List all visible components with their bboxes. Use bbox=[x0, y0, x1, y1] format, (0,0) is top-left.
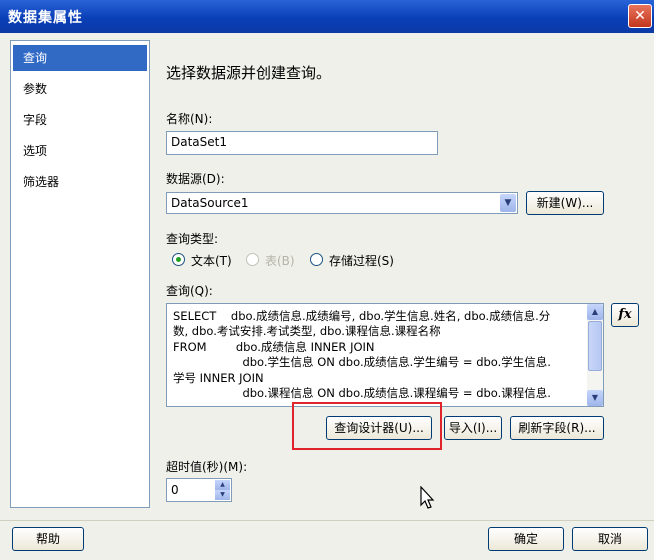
name-field[interactable]: DataSet1 bbox=[166, 131, 438, 155]
scroll-down-icon[interactable]: ▼ bbox=[587, 390, 603, 406]
sidebar-item-fields[interactable]: 字段 bbox=[13, 107, 147, 133]
radio-stored-procedure[interactable] bbox=[310, 253, 323, 266]
radio-text[interactable] bbox=[172, 253, 185, 266]
sidebar-item-options[interactable]: 选项 bbox=[13, 138, 147, 164]
window-title: 数据集属性 bbox=[8, 10, 83, 26]
sidebar-item-filters[interactable]: 筛选器 bbox=[13, 169, 147, 195]
expression-fx-button[interactable]: fx bbox=[611, 303, 639, 327]
timeout-label: 超时值(秒)(M): bbox=[166, 460, 248, 474]
radio-table-label: 表(B) bbox=[265, 254, 295, 268]
query-line: dbo.课程信息 ON dbo.成绩信息.课程编号 = dbo.课程信息. bbox=[173, 386, 551, 400]
chevron-down-icon[interactable]: ▼ bbox=[500, 194, 516, 212]
query-textarea[interactable]: SELECT dbo.成绩信息.成绩编号, dbo.学生信息.姓名, dbo.成… bbox=[166, 303, 604, 407]
datasource-value: DataSource1 bbox=[171, 196, 249, 210]
sidebar-item-parameters[interactable]: 参数 bbox=[13, 76, 147, 102]
dataset-properties-dialog: 数据集属性 ✕ 查询 参数 字段 选项 筛选器 选择数据源并创建查询。 名称(N… bbox=[0, 0, 654, 560]
new-datasource-button[interactable]: 新建(W)... bbox=[526, 191, 604, 215]
query-line: SELECT dbo.成绩信息.成绩编号, dbo.学生信息.姓名, dbo.成… bbox=[173, 309, 551, 323]
radio-table bbox=[246, 253, 259, 266]
timeout-value: 0 bbox=[171, 483, 179, 497]
name-label: 名称(N): bbox=[166, 112, 213, 126]
timeout-stepper[interactable]: 0 ▲ ▼ bbox=[166, 478, 232, 502]
refresh-fields-button[interactable]: 刷新字段(R)... bbox=[510, 416, 604, 440]
scroll-up-icon[interactable]: ▲ bbox=[587, 304, 603, 320]
red-highlight-box bbox=[292, 402, 442, 450]
query-type-label: 查询类型: bbox=[166, 232, 219, 246]
scroll-thumb[interactable] bbox=[588, 321, 602, 371]
footer-divider bbox=[0, 520, 654, 521]
query-line: 学号 INNER JOIN bbox=[173, 371, 264, 385]
datasource-select[interactable]: DataSource1 ▼ bbox=[166, 192, 518, 214]
cancel-button[interactable]: 取消 bbox=[572, 527, 648, 551]
sidebar-nav: 查询 参数 字段 选项 筛选器 bbox=[10, 40, 150, 508]
title-bar[interactable]: 数据集属性 ✕ bbox=[0, 0, 654, 33]
radio-text-label: 文本(T) bbox=[191, 254, 232, 268]
query-scrollbar[interactable]: ▲ ▼ bbox=[587, 304, 603, 406]
query-line: dbo.学生信息 ON dbo.成绩信息.学生编号 = dbo.学生信息. bbox=[173, 355, 551, 369]
page-heading: 选择数据源并创建查询。 bbox=[166, 64, 332, 82]
query-line: 数, dbo.考试安排.考试类型, dbo.课程信息.课程名称 bbox=[173, 324, 441, 338]
close-icon: ✕ bbox=[634, 8, 646, 24]
close-button[interactable]: ✕ bbox=[628, 4, 652, 28]
radio-stored-procedure-label: 存储过程(S) bbox=[329, 254, 394, 268]
query-line: FROM dbo.成绩信息 INNER JOIN bbox=[173, 340, 375, 354]
query-label: 查询(Q): bbox=[166, 284, 213, 298]
import-button[interactable]: 导入(I)... bbox=[444, 416, 502, 440]
mouse-cursor-icon bbox=[420, 486, 435, 509]
spin-down-icon[interactable]: ▼ bbox=[215, 490, 230, 500]
ok-button[interactable]: 确定 bbox=[488, 527, 564, 551]
help-button[interactable]: 帮助 bbox=[12, 527, 84, 551]
spin-up-icon[interactable]: ▲ bbox=[215, 480, 230, 490]
datasource-label: 数据源(D): bbox=[166, 172, 225, 186]
sidebar-item-query[interactable]: 查询 bbox=[13, 45, 147, 71]
